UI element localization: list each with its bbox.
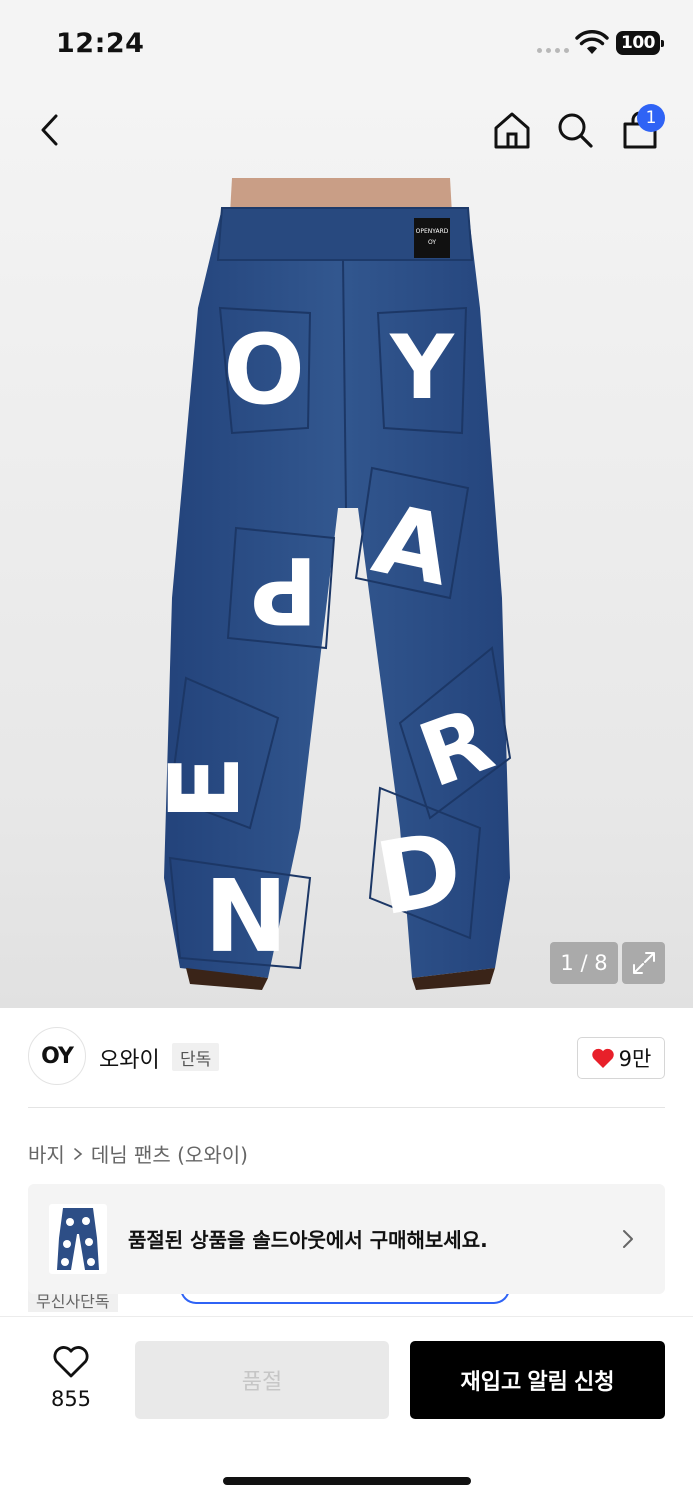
heart-filled-icon	[591, 1048, 614, 1068]
brand-row: OY 오와이 단독 9만	[28, 1027, 665, 1087]
heart-outline-icon	[53, 1346, 89, 1378]
brand-logo[interactable]: OY	[28, 1027, 86, 1085]
cart-count-badge: 1	[637, 104, 665, 132]
product-image-gallery[interactable]: OPENYARD OY O Y P A E R N D 1 / 8	[0, 88, 693, 1008]
soldout-resale-banner[interactable]: 품절된 상품을 솔드아웃에서 구매해보세요.	[28, 1184, 665, 1294]
breadcrumb: 바지 데님 팬츠 (오와이)	[28, 1139, 248, 1168]
expand-icon	[632, 952, 655, 974]
breadcrumb-subcategory[interactable]: 데님 팬츠 (오와이)	[91, 1139, 248, 1168]
svg-text:OPENYARD: OPENYARD	[416, 228, 449, 235]
wishlist-button[interactable]: 855	[38, 1345, 104, 1411]
banner-text: 품절된 상품을 솔드아웃에서 구매해보세요.	[128, 1228, 488, 1252]
svg-text:P: P	[250, 536, 317, 643]
home-icon	[494, 112, 530, 149]
svg-text:OY: OY	[428, 239, 436, 246]
exclusive-badge: 단독	[172, 1043, 220, 1071]
chevron-left-icon	[41, 114, 58, 146]
status-bar: 12:24 100	[0, 0, 693, 88]
bottom-action-bar: 855 품절 재입고 알림 신청	[0, 1316, 693, 1500]
search-icon	[558, 113, 593, 148]
signal-icon	[537, 48, 569, 53]
soldout-button[interactable]: 품절	[135, 1341, 389, 1419]
expand-image-button[interactable]	[622, 942, 665, 984]
status-time: 12:24	[56, 28, 145, 59]
chevron-right-icon	[74, 1147, 83, 1160]
divider	[28, 1107, 665, 1108]
wishlist-count: 855	[50, 1387, 92, 1411]
svg-text:N: N	[204, 854, 288, 971]
product-photo: OPENYARD OY O Y P A E R N D	[150, 178, 512, 990]
image-counter: 1 / 8	[550, 942, 618, 984]
brand-like-button[interactable]: 9만	[577, 1037, 665, 1079]
search-button[interactable]	[551, 106, 599, 154]
brand-name[interactable]: 오와이	[99, 1042, 160, 1074]
svg-text:Y: Y	[389, 316, 455, 419]
back-button[interactable]	[26, 106, 74, 154]
home-button[interactable]	[488, 106, 536, 154]
wifi-icon	[575, 30, 609, 54]
svg-text:O: O	[223, 314, 305, 426]
svg-text:E: E	[150, 755, 261, 821]
brand-like-count: 9만	[618, 1047, 652, 1071]
battery-icon: 100	[616, 31, 664, 55]
chevron-right-icon	[623, 1230, 633, 1248]
home-indicator	[223, 1477, 471, 1485]
breadcrumb-category[interactable]: 바지	[28, 1139, 65, 1168]
restock-alert-button[interactable]: 재입고 알림 신청	[410, 1341, 665, 1419]
banner-product-thumbnail	[49, 1204, 107, 1274]
